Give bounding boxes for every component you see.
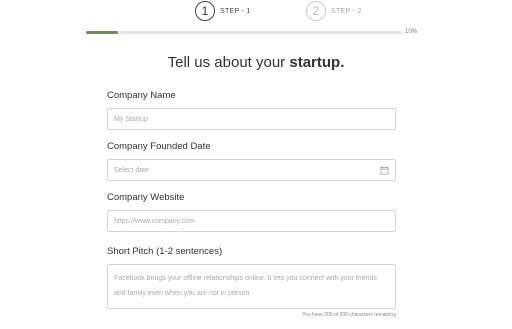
progress-bar-fill bbox=[86, 31, 118, 34]
page-title: Tell us about your startup. bbox=[0, 54, 512, 71]
page-title-prefix: Tell us about your bbox=[167, 54, 290, 71]
stepper: 1 STEP - 1 2 STEP - 2 bbox=[0, 0, 512, 24]
pitch-placeholder: Facebook brings your offline relationshi… bbox=[114, 275, 377, 297]
step-1-label: STEP - 1 bbox=[220, 7, 251, 15]
company-name-placeholder: My Startup bbox=[114, 115, 148, 123]
progress-bar bbox=[86, 31, 402, 34]
founded-date-input[interactable]: Select date bbox=[107, 159, 396, 181]
progress-text: 10% bbox=[405, 29, 418, 35]
pitch-textarea[interactable]: Facebook brings your offline relationshi… bbox=[107, 264, 396, 309]
step-2-label: STEP - 2 bbox=[331, 7, 362, 15]
company-name-group: Company Name My Startup bbox=[107, 90, 396, 130]
company-name-label: Company Name bbox=[107, 90, 176, 101]
page-title-emphasis: startup. bbox=[289, 54, 345, 71]
founded-date-label: Company Founded Date bbox=[107, 141, 211, 152]
website-label: Company Website bbox=[107, 192, 185, 203]
company-name-input[interactable]: My Startup bbox=[107, 108, 396, 130]
step-2-number: 2 bbox=[306, 1, 326, 21]
pitch-label: Short Pitch (1-2 sentences) bbox=[107, 246, 223, 257]
step-2[interactable]: 2 STEP - 2 bbox=[306, 1, 362, 21]
pitch-group: Short Pitch (1-2 sentences) Facebook bri… bbox=[107, 246, 396, 318]
calendar-icon[interactable] bbox=[380, 165, 389, 175]
founded-date-group: Company Founded Date Select date bbox=[107, 141, 396, 181]
website-placeholder: https://www.company.com bbox=[114, 217, 195, 225]
step-1[interactable]: 1 STEP - 1 bbox=[195, 1, 251, 21]
pitch-character-counter: You have 200 of 200 characters remaining bbox=[302, 312, 396, 318]
website-input[interactable]: https://www.company.com bbox=[107, 210, 396, 232]
website-group: Company Website https://www.company.com bbox=[107, 192, 396, 232]
step-1-number: 1 bbox=[195, 1, 215, 21]
startup-form: Company Name My Startup Company Founded … bbox=[107, 90, 396, 329]
founded-date-placeholder: Select date bbox=[114, 166, 150, 174]
